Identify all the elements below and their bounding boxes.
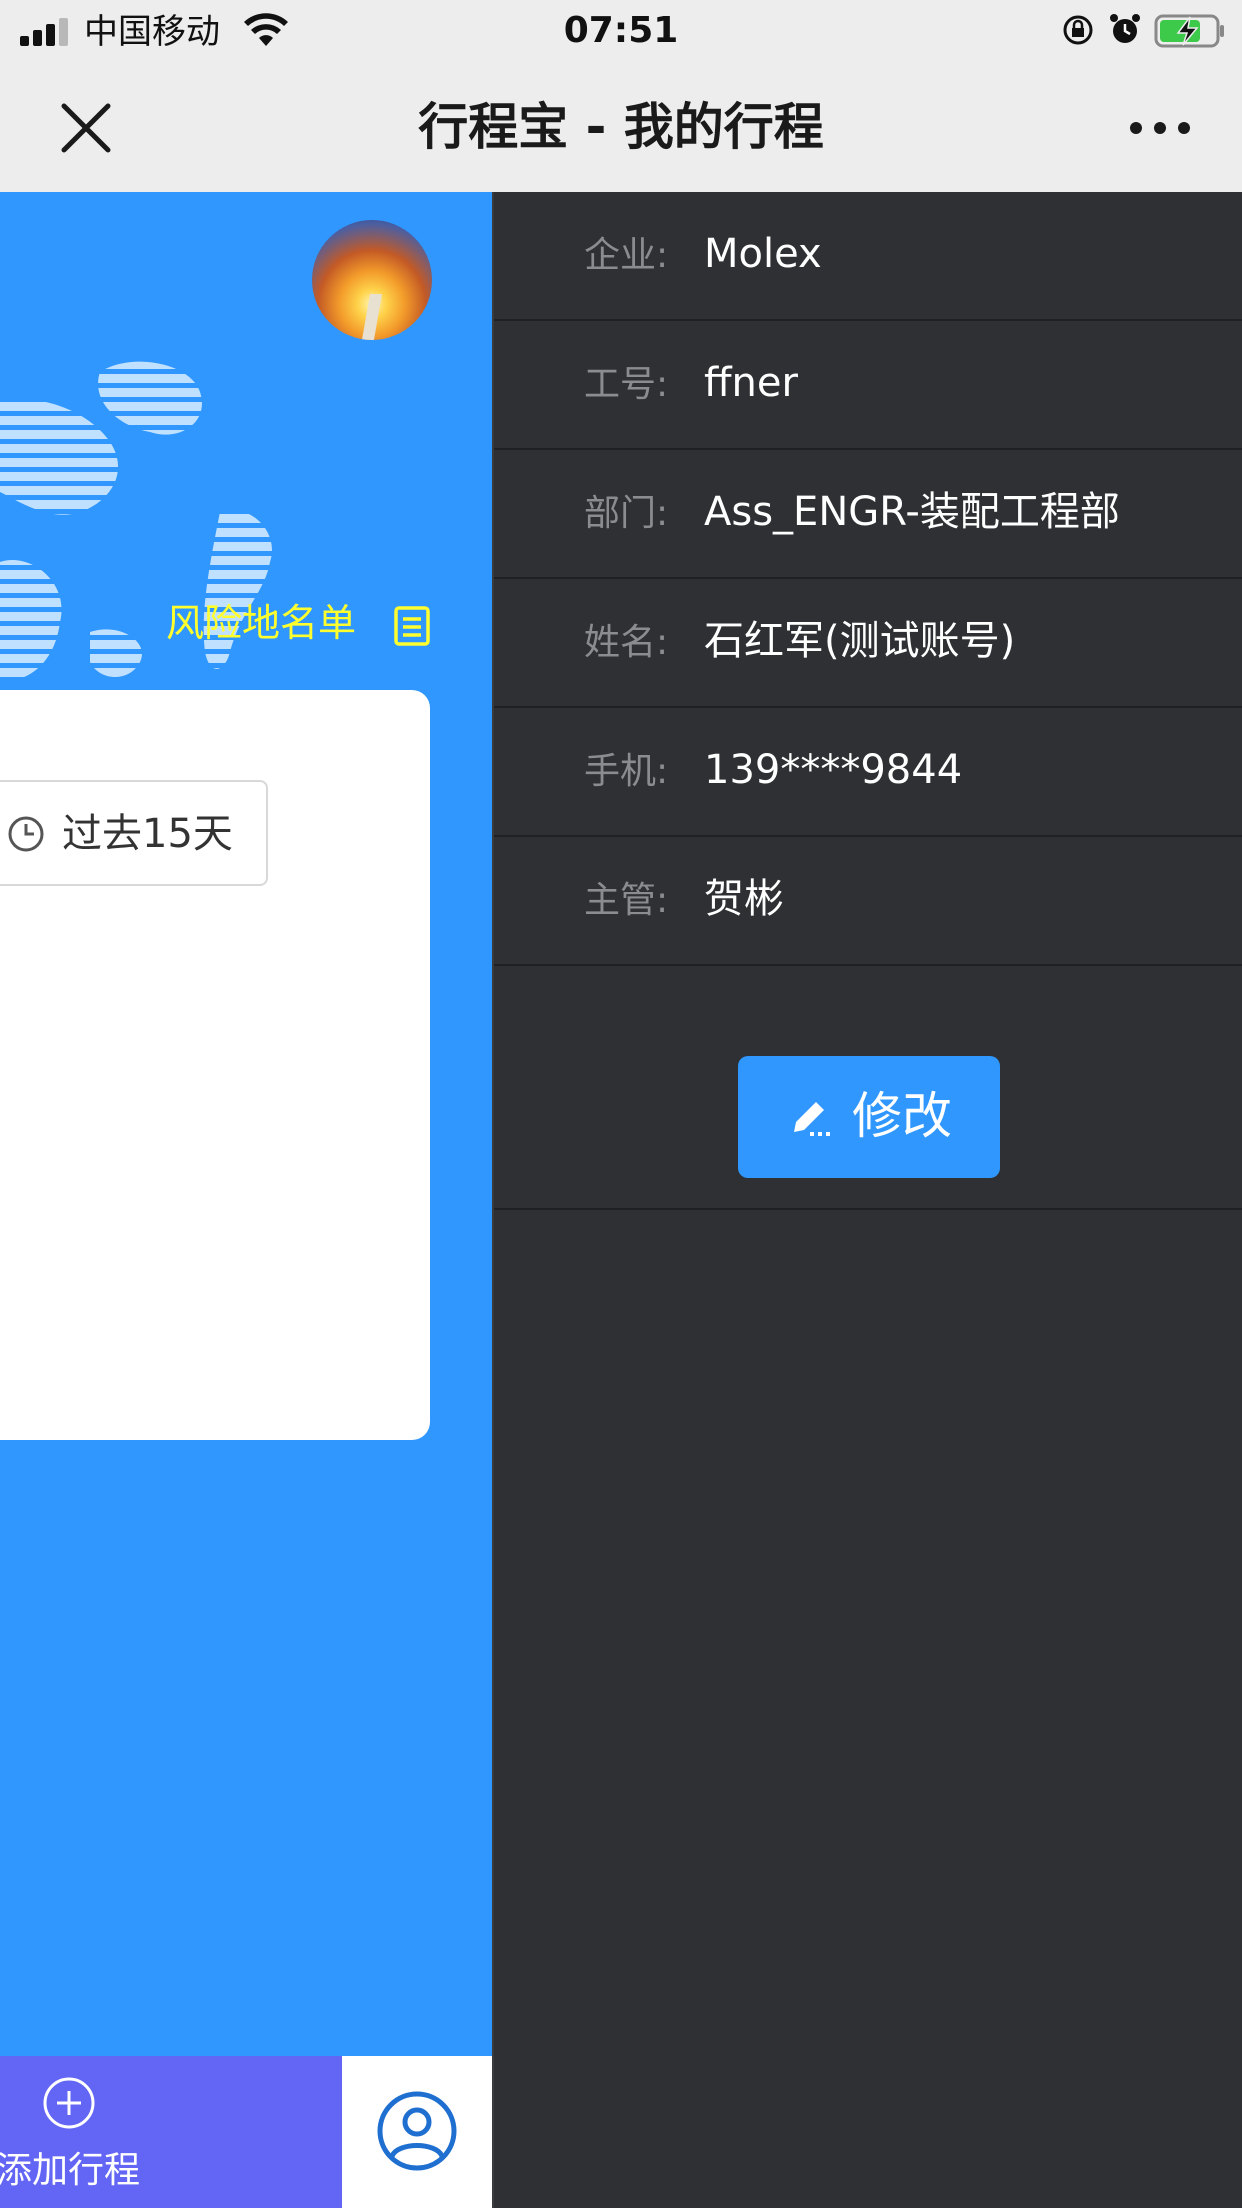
- user-icon: [377, 2091, 457, 2171]
- profile-value: Ass_ENGR-装配工程部: [704, 489, 1120, 535]
- profile-label: 企业:: [584, 235, 669, 276]
- profile-row-phone: 手机: 139****9844: [494, 708, 1242, 837]
- page-title: 行程宝 - 我的行程: [418, 98, 824, 156]
- profile-label: 手机:: [584, 751, 669, 792]
- profile-photo[interactable]: [312, 220, 432, 340]
- tab-me[interactable]: [342, 2056, 492, 2208]
- battery-icon: [1154, 14, 1224, 48]
- edit-profile-button[interactable]: 修改: [738, 1056, 1000, 1178]
- rotation-lock-icon: [1063, 15, 1093, 45]
- date-range-label: 过去15天: [62, 811, 233, 857]
- status-time: 07:51: [563, 10, 679, 51]
- profile-drawer: 企业: Molex 工号: ffner 部门: Ass_ENGR-装配工程部 姓…: [492, 192, 1242, 2208]
- pencil-icon: [794, 1102, 830, 1136]
- tab-add-trip[interactable]: 添加行程: [0, 2056, 342, 2208]
- edit-profile-label: 修改: [852, 1087, 952, 1145]
- profile-label: 部门:: [584, 493, 669, 534]
- profile-value: Molex: [704, 231, 822, 277]
- divider: [494, 1208, 1242, 1210]
- status-bar: 中国移动 07:51: [0, 0, 1242, 64]
- clipboard-icon[interactable]: [392, 604, 432, 646]
- profile-row-employee-id: 工号: ffner: [494, 321, 1242, 450]
- clock-icon: [8, 816, 44, 852]
- alarm-icon: [1110, 14, 1140, 43]
- risk-list-link[interactable]: 风险地名单: [166, 598, 356, 648]
- profile-value: 石红军(测试账号): [704, 618, 1016, 664]
- profile-row-company: 企业: Molex: [494, 192, 1242, 321]
- profile-label: 主管:: [584, 880, 669, 921]
- tab-add-trip-label: 添加行程: [0, 2150, 141, 2191]
- profile-row-supervisor: 主管: 贺彬: [494, 837, 1242, 966]
- navigation-bar: 行程宝 - 我的行程: [0, 64, 1242, 192]
- plus-circle-icon: [43, 2077, 95, 2129]
- profile-value: ffner: [704, 360, 798, 406]
- profile-value: 139****9844: [704, 747, 963, 793]
- profile-row-name: 姓名: 石红军(测试账号): [494, 579, 1242, 708]
- profile-label: 姓名:: [584, 622, 669, 663]
- profile-label: 工号:: [584, 364, 669, 405]
- profile-row-department: 部门: Ass_ENGR-装配工程部: [494, 450, 1242, 579]
- profile-value: 贺彬: [704, 876, 784, 922]
- more-icon[interactable]: [1130, 118, 1190, 138]
- date-range-button[interactable]: 过去15天: [0, 780, 268, 886]
- trip-panel: 风险地名单 过去15天: [0, 192, 492, 2056]
